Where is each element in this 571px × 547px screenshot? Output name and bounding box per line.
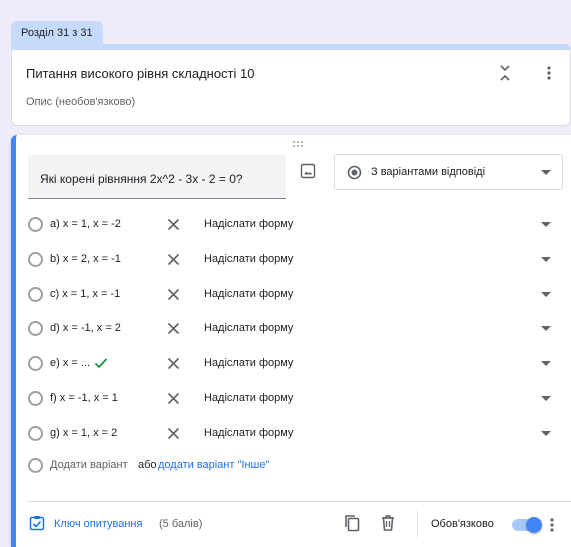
radio-icon — [347, 165, 362, 180]
more-vert-icon[interactable] — [545, 516, 559, 534]
option-row[interactable]: f) x = -1, x = 1 Надіслати форму — [16, 389, 571, 411]
chevron-down-icon[interactable] — [541, 256, 551, 263]
or-label: або — [138, 459, 157, 471]
required-toggle-switch[interactable] — [512, 517, 542, 533]
go-to-section-select[interactable]: Надіслати форму — [204, 322, 293, 334]
option-label[interactable]: c) x = 1, x = -1 — [50, 288, 120, 300]
option-row[interactable]: e) x = ... Надіслати форму — [16, 354, 571, 376]
option-row[interactable]: b) x = 2, x = -1 Надіслати форму — [16, 250, 571, 272]
option-row[interactable]: g) x = 1, x = 2 Надіслати форму — [16, 424, 571, 446]
add-other-option-link[interactable]: додати варіант "Інше" — [158, 459, 269, 471]
remove-icon[interactable] — [167, 253, 180, 266]
radio-icon[interactable] — [28, 286, 43, 302]
go-to-section-select[interactable]: Надіслати форму — [204, 392, 293, 404]
question-type-select[interactable]: З варіантами відповіді — [334, 154, 563, 190]
option-label[interactable]: d) x = -1, x = 2 — [50, 322, 121, 334]
option-row[interactable]: d) x = -1, x = 2 Надіслати форму — [16, 319, 571, 341]
radio-icon[interactable] — [28, 391, 43, 406]
section-title[interactable]: Питання високого рівня складності 10 — [26, 66, 254, 81]
radio-icon[interactable] — [28, 251, 43, 267]
question-text: Які корені рівняння 2x^2 - 3x - 2 = 0? — [40, 172, 243, 186]
radio-icon[interactable] — [28, 321, 43, 337]
go-to-section-select[interactable]: Надіслати форму — [204, 427, 293, 439]
remove-icon[interactable] — [167, 357, 180, 370]
points-label: (5 балів) — [159, 518, 203, 530]
section-description-field[interactable]: Опис (необов'язково) — [26, 96, 135, 108]
question-title-field[interactable]: Які корені рівняння 2x^2 - 3x - 2 = 0? — [28, 155, 286, 199]
check-icon — [94, 358, 108, 369]
drag-handle-icon[interactable] — [292, 140, 304, 148]
copy-icon[interactable] — [344, 514, 360, 532]
chevron-down-icon[interactable] — [541, 326, 551, 332]
remove-icon[interactable] — [167, 427, 180, 440]
go-to-section-select[interactable]: Надіслати форму — [204, 218, 293, 230]
section-tab: Розділ 31 з 31 — [11, 21, 103, 45]
option-row[interactable]: c) x = 1, x = -1 Надіслати форму — [16, 285, 571, 307]
option-row[interactable]: a) x = 1, x = -2 Надіслати форму — [16, 215, 571, 237]
remove-icon[interactable] — [167, 392, 180, 405]
chevron-down-icon[interactable] — [541, 430, 551, 437]
section-header-card[interactable]: Питання високого рівня складності 10 Опи… — [11, 44, 571, 126]
answer-key-link[interactable]: Ключ опитування — [54, 518, 142, 530]
collapse-icon[interactable] — [498, 64, 512, 82]
remove-icon[interactable] — [167, 218, 180, 231]
radio-icon[interactable] — [28, 217, 43, 232]
go-to-section-select[interactable]: Надіслати форму — [204, 288, 293, 300]
answer-key-icon[interactable] — [29, 515, 45, 531]
trash-icon[interactable] — [380, 514, 396, 532]
remove-icon[interactable] — [167, 288, 180, 301]
remove-icon[interactable] — [167, 322, 180, 335]
chevron-down-icon — [541, 170, 551, 175]
radio-icon — [28, 458, 43, 473]
add-option-button[interactable]: Додати варіант — [50, 459, 128, 471]
go-to-section-select[interactable]: Надіслати форму — [204, 357, 293, 369]
option-label[interactable]: g) x = 1, x = 2 — [50, 427, 117, 439]
footer-separator — [417, 511, 418, 537]
add-option-row: Додати варіант або додати варіант "Інше" — [16, 456, 571, 478]
option-label[interactable]: f) x = -1, x = 1 — [50, 392, 118, 404]
go-to-section-select[interactable]: Надіслати форму — [204, 253, 293, 265]
required-label: Обов'язково — [431, 518, 494, 530]
more-vert-icon[interactable] — [542, 64, 556, 82]
question-card[interactable]: Які корені рівняння 2x^2 - 3x - 2 = 0? З… — [11, 135, 571, 547]
option-label[interactable]: a) x = 1, x = -2 — [50, 218, 121, 230]
question-type-label: З варіантами відповіді — [371, 166, 486, 178]
option-label[interactable]: e) x = ... — [50, 357, 90, 369]
chevron-down-icon[interactable] — [541, 222, 551, 228]
radio-icon[interactable] — [28, 356, 43, 372]
image-icon[interactable] — [300, 163, 316, 179]
toggle-knob — [526, 517, 542, 533]
chevron-down-icon[interactable] — [541, 361, 551, 367]
radio-icon[interactable] — [28, 425, 43, 441]
footer-divider — [28, 501, 571, 502]
option-label[interactable]: b) x = 2, x = -1 — [50, 253, 121, 265]
chevron-down-icon[interactable] — [541, 396, 551, 402]
chevron-down-icon[interactable] — [541, 291, 551, 298]
